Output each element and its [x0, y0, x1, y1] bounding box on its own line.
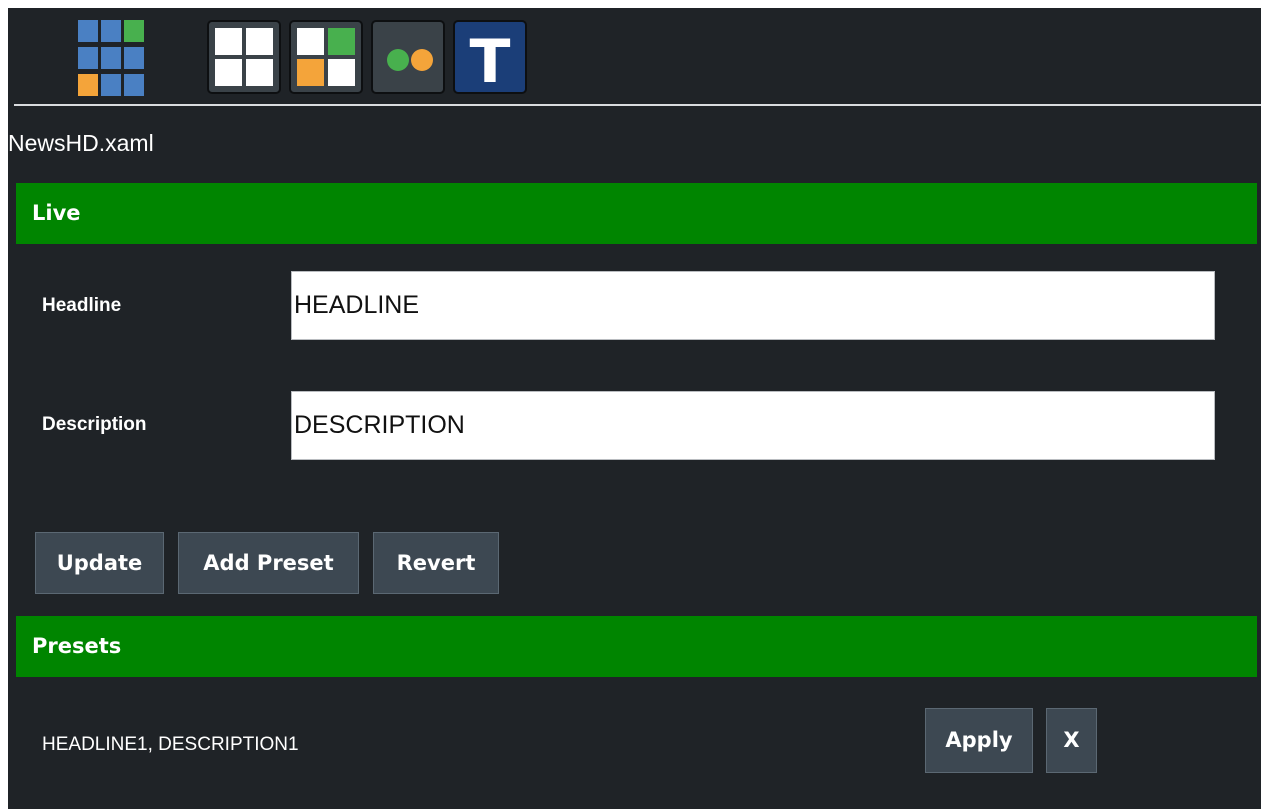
text-tool-label: T	[470, 27, 511, 94]
toolbar-divider	[14, 104, 1261, 106]
presets-section-header: Presets	[16, 616, 1257, 677]
layout-colored-squares-icon	[289, 20, 363, 94]
headline-label: Headline	[42, 295, 122, 316]
preset-item-text: HEADLINE1, DESCRIPTION1	[42, 734, 299, 755]
revert-button[interactable]: Revert	[373, 532, 499, 594]
layout-four-squares-icon	[207, 20, 281, 94]
text-tool-button[interactable]: T	[453, 20, 527, 94]
two-dots-icon	[371, 20, 445, 94]
two-dots-button[interactable]	[371, 20, 445, 94]
update-button[interactable]: Update	[35, 532, 164, 594]
layout-four-squares-button[interactable]	[207, 20, 281, 94]
layout-colored-squares-button[interactable]	[289, 20, 363, 94]
add-preset-button[interactable]: Add Preset	[178, 532, 359, 594]
file-name: NewsHD.xaml	[8, 130, 154, 156]
delete-preset-button[interactable]: X	[1046, 708, 1097, 773]
apply-preset-button[interactable]: Apply	[925, 708, 1033, 773]
description-input[interactable]	[291, 391, 1215, 460]
text-t-icon: T	[453, 20, 527, 94]
description-label: Description	[42, 414, 147, 435]
toolbar: T	[8, 8, 1261, 104]
grid-logo-icon	[78, 20, 144, 96]
app-window: T NewsHD.xaml Live Headline Description …	[8, 8, 1261, 809]
headline-input[interactable]	[291, 271, 1215, 340]
live-section-header: Live	[16, 183, 1257, 244]
